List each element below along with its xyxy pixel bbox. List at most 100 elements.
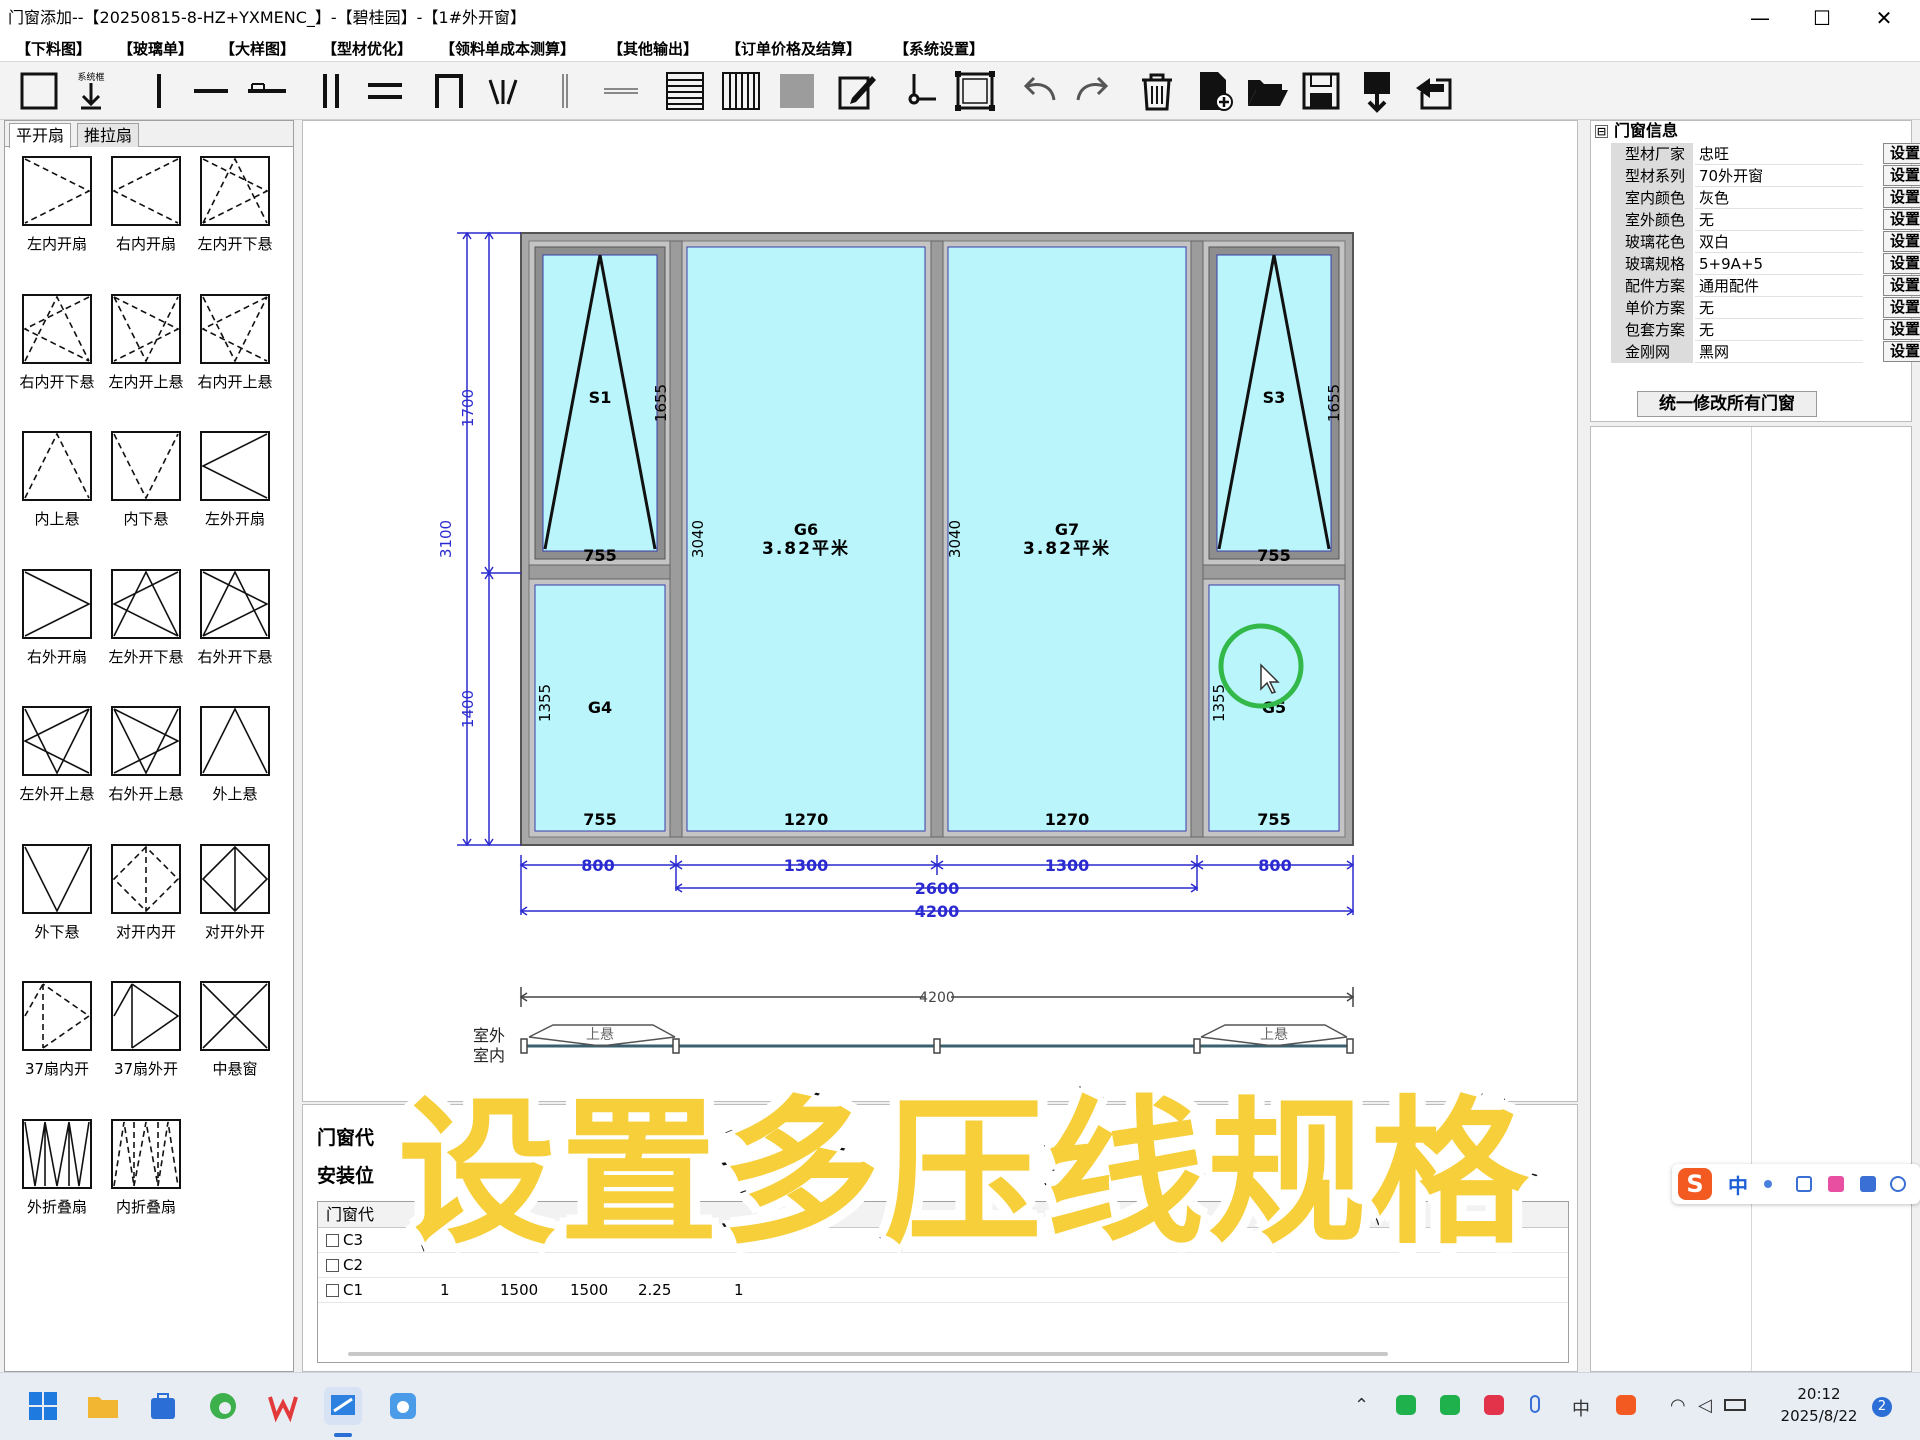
fan-split-icon[interactable] [478, 66, 528, 116]
drawing-canvas[interactable]: S1 755 1655 G4 755 1355 G6 3.82平米 1270 3… [302, 120, 1578, 1102]
skin-icon[interactable] [1828, 1176, 1844, 1192]
sash-right-outward-casement[interactable]: 右外开扇 [13, 568, 101, 680]
property-set-button[interactable]: 设置 [1883, 253, 1920, 274]
menu-cutting-drawing[interactable]: 【下料图】 [16, 36, 91, 62]
sash-right-outward-top-hung[interactable]: 右外开上悬 [102, 705, 190, 817]
property-set-button[interactable]: 设置 [1883, 319, 1920, 340]
mullion-center[interactable] [930, 240, 944, 838]
open-folder-icon[interactable] [1242, 66, 1292, 116]
sash-center-pivot[interactable]: 中悬窗 [191, 980, 279, 1092]
property-set-button[interactable]: 设置 [1883, 209, 1920, 230]
export-icon[interactable] [1352, 66, 1402, 116]
property-value[interactable]: 无 [1695, 297, 1863, 319]
mullion-left[interactable] [669, 240, 683, 838]
file-explorer-icon[interactable] [84, 1387, 122, 1425]
wifi-icon[interactable]: ◠ [1670, 1395, 1686, 1416]
menu-order-price[interactable]: 【订单价格及结算】 [726, 36, 861, 62]
ime-toolbar[interactable]: S 中 [1672, 1164, 1920, 1204]
window-info-heading[interactable]: ⊟ 门窗信息 [1595, 121, 1678, 141]
sash-double-outward[interactable]: 对开外开 [191, 843, 279, 955]
property-set-button[interactable]: 设置 [1883, 341, 1920, 362]
tab-casement-sash[interactable]: 平开扇 [9, 123, 72, 148]
sogou-tray-icon[interactable] [1616, 1395, 1636, 1415]
sash-outward-folding[interactable]: 外折叠扇 [13, 1118, 101, 1230]
sash-left-outward-top-hung[interactable]: 左外开上悬 [13, 705, 101, 817]
wps-icon[interactable] [264, 1387, 302, 1425]
sash-37-sash-inward[interactable]: 37扇内开 [13, 980, 101, 1092]
maximize-button[interactable]: ☐ [1792, 0, 1852, 36]
property-value[interactable]: 无 [1695, 209, 1863, 231]
thin-vertical-icon[interactable] [540, 66, 590, 116]
notification-badge[interactable]: 2 [1872, 1397, 1892, 1417]
property-set-button[interactable]: 设置 [1883, 231, 1920, 252]
sash-inward-folding[interactable]: 内折叠扇 [102, 1118, 190, 1230]
property-set-button[interactable]: 设置 [1883, 165, 1920, 186]
toolbox-icon[interactable] [1860, 1176, 1876, 1192]
save-icon[interactable] [1296, 66, 1346, 116]
ime-language[interactable]: 中 [1728, 1170, 1748, 1199]
sash-right-outward-bottom-hung[interactable]: 右外开下悬 [191, 568, 279, 680]
sash-inward-bottom-hung[interactable]: 内下悬 [102, 430, 190, 542]
transom-right[interactable] [1202, 564, 1346, 580]
property-set-button[interactable]: 设置 [1883, 143, 1920, 164]
sash-outward-bottom-hung[interactable]: 外下悬 [13, 843, 101, 955]
sash-left-inward-top-hung[interactable]: 左内开上悬 [102, 293, 190, 405]
tray-overflow-icon[interactable]: ⌃ [1354, 1395, 1369, 1416]
clock[interactable]: 20:12 2025/8/22 [1764, 1383, 1874, 1427]
menu-detail-drawing[interactable]: 【大样图】 [220, 36, 295, 62]
microphone-icon[interactable] [1530, 1395, 1540, 1413]
double-vertical-icon[interactable] [306, 66, 356, 116]
menu-material-cost[interactable]: 【领料单成本测算】 [440, 36, 575, 62]
new-file-icon[interactable] [1188, 66, 1238, 116]
vertical-mullion-icon[interactable] [134, 66, 184, 116]
volume-icon[interactable]: ◁ [1698, 1395, 1712, 1416]
table-row[interactable]: C1 1 1500 1500 2.25 1 [318, 1278, 1568, 1303]
property-value[interactable]: 灰色 [1695, 187, 1863, 209]
battery-icon[interactable] [1724, 1399, 1746, 1411]
sash-outward-top-hung[interactable]: 外上悬 [191, 705, 279, 817]
window-list-panel[interactable] [1590, 426, 1912, 1372]
wechat-work-icon[interactable] [1440, 1395, 1460, 1415]
door-frame-icon[interactable] [424, 66, 474, 116]
property-value[interactable]: 黑网 [1695, 341, 1863, 363]
property-value[interactable]: 70外开窗 [1695, 165, 1863, 187]
property-value[interactable]: 无 [1695, 319, 1863, 341]
store-icon[interactable] [144, 1387, 182, 1425]
apply-all-windows-button[interactable]: 统一修改所有门窗 [1637, 391, 1817, 417]
property-set-button[interactable]: 设置 [1883, 187, 1920, 208]
horizontal-scrollbar[interactable] [348, 1352, 1388, 1356]
undo-icon[interactable] [1014, 66, 1064, 116]
collapse-toggle-icon[interactable]: ⊟ [1595, 125, 1608, 138]
punctuation-icon[interactable] [1764, 1180, 1772, 1188]
sash-37-sash-outward[interactable]: 37扇外开 [102, 980, 190, 1092]
minimize-button[interactable]: — [1730, 0, 1790, 36]
row-checkbox[interactable] [326, 1259, 339, 1272]
sash-double-inward[interactable]: 对开内开 [102, 843, 190, 955]
hardware-icon[interactable] [894, 66, 944, 116]
short-mullion-icon[interactable] [242, 66, 292, 116]
exit-icon[interactable] [1408, 66, 1458, 116]
horizontal-mullion-icon[interactable] [186, 66, 236, 116]
notes-app-icon[interactable] [1484, 1395, 1504, 1415]
sash-right-inward-bottom-hung[interactable]: 右内开下悬 [13, 293, 101, 405]
menu-system-settings[interactable]: 【系统设置】 [894, 36, 984, 62]
sash-inward-top-hung[interactable]: 内上悬 [13, 430, 101, 542]
trash-icon[interactable] [1132, 66, 1182, 116]
property-value[interactable]: 5+9A+5 [1695, 253, 1863, 275]
mullion-right[interactable] [1190, 240, 1204, 838]
select-frame-icon[interactable] [950, 66, 1000, 116]
sash-right-inward-casement[interactable]: 右内开扇 [102, 155, 190, 267]
property-value[interactable]: 双白 [1695, 231, 1863, 253]
menu-glass-list[interactable]: 【玻璃单】 [118, 36, 193, 62]
cloud-app-icon[interactable] [384, 1387, 422, 1425]
start-icon[interactable] [24, 1387, 62, 1425]
property-value[interactable]: 通用配件 [1695, 275, 1863, 297]
row-checkbox[interactable] [326, 1234, 339, 1247]
thin-horizontal-icon[interactable] [596, 66, 646, 116]
tab-sliding-sash[interactable]: 推拉扇 [77, 123, 140, 147]
property-set-button[interactable]: 设置 [1883, 275, 1920, 296]
edge-icon[interactable] [204, 1387, 242, 1425]
double-horizontal-icon[interactable] [360, 66, 410, 116]
tray-ime-lang[interactable]: 中 [1572, 1395, 1590, 1421]
redo-icon[interactable] [1068, 66, 1118, 116]
